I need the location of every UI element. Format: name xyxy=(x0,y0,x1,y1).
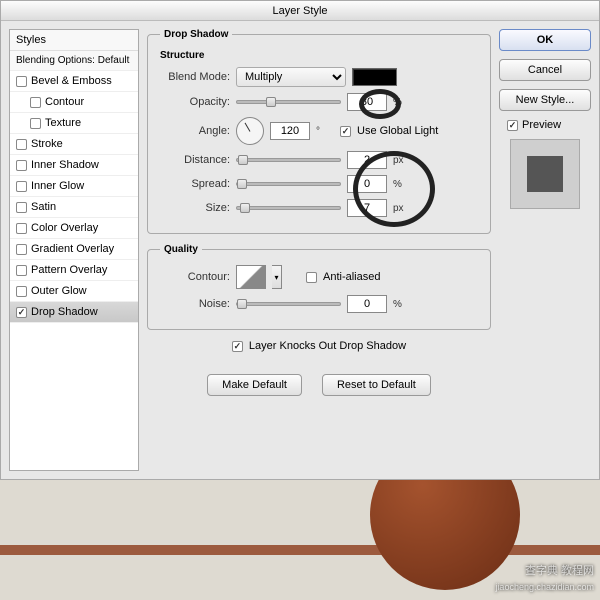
new-style-button[interactable]: New Style... xyxy=(499,89,591,111)
size-input[interactable] xyxy=(347,199,387,217)
noise-slider[interactable] xyxy=(236,302,341,306)
structure-title: Structure xyxy=(160,50,478,61)
noise-unit: % xyxy=(393,299,411,310)
sidebar-header[interactable]: Styles xyxy=(10,30,138,51)
color-swatch[interactable] xyxy=(352,68,397,86)
style-checkbox[interactable] xyxy=(16,76,27,87)
sidebar-item-bevel-emboss[interactable]: Bevel & Emboss xyxy=(10,71,138,92)
style-checkbox[interactable] xyxy=(16,202,27,213)
panel-title: Drop Shadow xyxy=(160,29,232,40)
antialias-label: Anti-aliased xyxy=(323,271,380,283)
spread-slider[interactable] xyxy=(236,182,341,186)
preview-box xyxy=(510,139,580,209)
opacity-slider[interactable] xyxy=(236,100,341,104)
antialias-checkbox[interactable] xyxy=(306,272,317,283)
style-checkbox[interactable] xyxy=(16,265,27,276)
knockout-checkbox[interactable] xyxy=(232,341,243,352)
angle-input[interactable] xyxy=(270,122,310,140)
make-default-button[interactable]: Make Default xyxy=(207,374,302,396)
sidebar-item-texture[interactable]: Texture xyxy=(10,113,138,134)
sidebar-item-gradient-overlay[interactable]: Gradient Overlay xyxy=(10,239,138,260)
preview-label: Preview xyxy=(522,119,561,131)
spread-label: Spread: xyxy=(160,178,230,190)
noise-label: Noise: xyxy=(160,298,230,310)
style-label: Pattern Overlay xyxy=(31,264,107,276)
reset-default-button[interactable]: Reset to Default xyxy=(322,374,431,396)
sidebar-item-color-overlay[interactable]: Color Overlay xyxy=(10,218,138,239)
contour-label: Contour: xyxy=(160,271,230,283)
sidebar-item-inner-glow[interactable]: Inner Glow xyxy=(10,176,138,197)
opacity-unit: % xyxy=(393,97,411,108)
style-label: Drop Shadow xyxy=(31,306,98,318)
distance-label: Distance: xyxy=(160,154,230,166)
sidebar-item-inner-shadow[interactable]: Inner Shadow xyxy=(10,155,138,176)
ok-button[interactable]: OK xyxy=(499,29,591,51)
dialog-titlebar[interactable]: Layer Style xyxy=(1,1,599,21)
size-label: Size: xyxy=(160,202,230,214)
sidebar-item-pattern-overlay[interactable]: Pattern Overlay xyxy=(10,260,138,281)
distance-unit: px xyxy=(393,155,411,166)
knockout-label: Layer Knocks Out Drop Shadow xyxy=(249,340,406,352)
style-checkbox[interactable] xyxy=(30,118,41,129)
style-label: Texture xyxy=(45,117,81,129)
sidebar-item-drop-shadow[interactable]: Drop Shadow xyxy=(10,302,138,323)
style-label: Satin xyxy=(31,201,56,213)
quality-fieldset: Quality Contour: ▾ Anti-aliased Noise: % xyxy=(147,244,491,330)
style-checkbox[interactable] xyxy=(16,286,27,297)
global-light-checkbox[interactable] xyxy=(340,126,351,137)
sidebar-item-stroke[interactable]: Stroke xyxy=(10,134,138,155)
global-light-label: Use Global Light xyxy=(357,125,438,137)
layer-style-dialog: Layer Style Styles Blending Options: Def… xyxy=(0,0,600,480)
style-label: Stroke xyxy=(31,138,63,150)
quality-legend: Quality xyxy=(160,244,202,255)
style-label: Inner Shadow xyxy=(31,159,99,171)
style-checkbox[interactable] xyxy=(16,139,27,150)
opacity-input[interactable] xyxy=(347,93,387,111)
watermark: 查字典 教程网 jiaocheng.chazidian.com xyxy=(495,565,594,594)
spread-unit: % xyxy=(393,179,411,190)
preview-checkbox[interactable] xyxy=(507,120,518,131)
spread-input[interactable] xyxy=(347,175,387,193)
sidebar-item-satin[interactable]: Satin xyxy=(10,197,138,218)
style-label: Color Overlay xyxy=(31,222,98,234)
style-checkbox[interactable] xyxy=(16,307,27,318)
cancel-button[interactable]: Cancel xyxy=(499,59,591,81)
sidebar-item-contour[interactable]: Contour xyxy=(10,92,138,113)
preview-inner xyxy=(527,156,563,192)
blend-mode-label: Blend Mode: xyxy=(160,71,230,83)
size-unit: px xyxy=(393,203,411,214)
angle-dial[interactable] xyxy=(236,117,264,145)
angle-label: Angle: xyxy=(160,125,230,137)
style-checkbox[interactable] xyxy=(16,160,27,171)
size-slider[interactable] xyxy=(236,206,341,210)
right-panel: OK Cancel New Style... Preview xyxy=(499,29,591,471)
sidebar-item-outer-glow[interactable]: Outer Glow xyxy=(10,281,138,302)
distance-input[interactable] xyxy=(347,151,387,169)
noise-input[interactable] xyxy=(347,295,387,313)
style-label: Outer Glow xyxy=(31,285,87,297)
contour-dropdown[interactable]: ▾ xyxy=(272,265,282,289)
style-label: Inner Glow xyxy=(31,180,84,192)
style-label: Bevel & Emboss xyxy=(31,75,112,87)
distance-slider[interactable] xyxy=(236,158,341,162)
angle-unit: ° xyxy=(316,126,334,137)
main-panel: Drop Shadow Structure Blend Mode: Multip… xyxy=(147,29,491,471)
style-checkbox[interactable] xyxy=(30,97,41,108)
opacity-label: Opacity: xyxy=(160,96,230,108)
style-label: Gradient Overlay xyxy=(31,243,114,255)
structure-fieldset: Drop Shadow Structure Blend Mode: Multip… xyxy=(147,29,491,234)
style-checkbox[interactable] xyxy=(16,223,27,234)
sidebar-blending-options[interactable]: Blending Options: Default xyxy=(10,51,138,71)
style-label: Contour xyxy=(45,96,84,108)
blend-mode-select[interactable]: Multiply xyxy=(236,67,346,87)
contour-swatch[interactable] xyxy=(236,265,266,289)
styles-sidebar: Styles Blending Options: Default Bevel &… xyxy=(9,29,139,471)
style-checkbox[interactable] xyxy=(16,244,27,255)
style-checkbox[interactable] xyxy=(16,181,27,192)
